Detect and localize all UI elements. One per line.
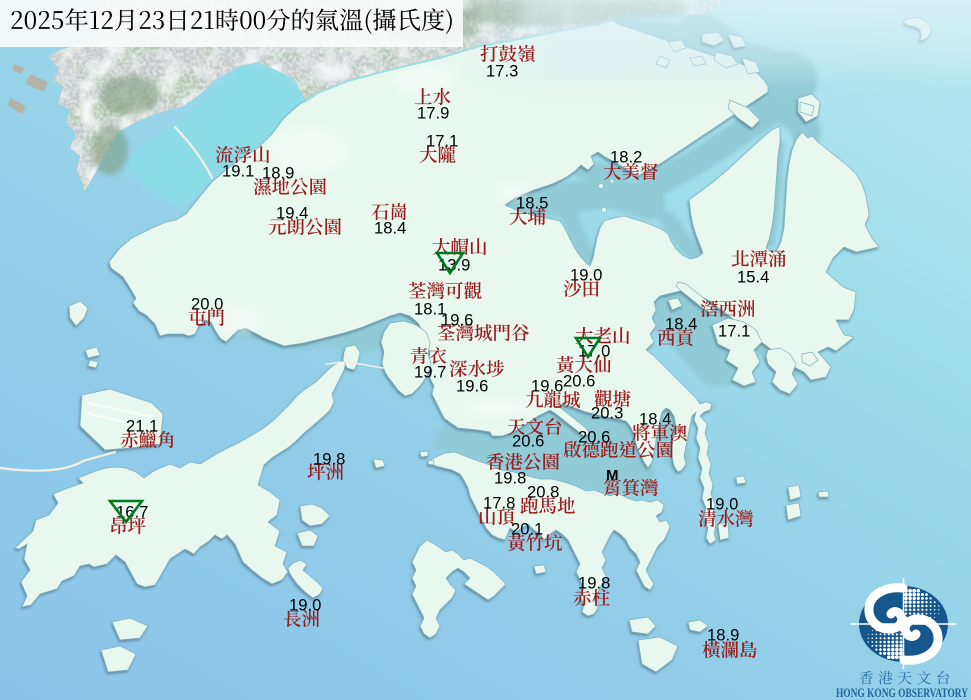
svg-text:HONG KONG OBSERVATORY: HONG KONG OBSERVATORY — [836, 686, 968, 700]
svg-text:19.7: 19.7 — [414, 363, 446, 382]
svg-text:18.2: 18.2 — [610, 148, 642, 167]
svg-text:18.4: 18.4 — [665, 315, 697, 334]
svg-text:19.6: 19.6 — [531, 377, 563, 396]
svg-text:18.4: 18.4 — [639, 410, 671, 429]
svg-text:17.8: 17.8 — [483, 494, 515, 513]
svg-text:21.1: 21.1 — [126, 417, 158, 436]
svg-text:18.9: 18.9 — [707, 626, 739, 645]
svg-text:19.0: 19.0 — [706, 495, 738, 514]
svg-text:17.1: 17.1 — [426, 132, 458, 151]
svg-text:19.4: 19.4 — [276, 204, 308, 223]
svg-text:19.0: 19.0 — [570, 266, 602, 285]
svg-text:15.4: 15.4 — [737, 268, 769, 287]
svg-text:19.6: 19.6 — [456, 377, 488, 396]
svg-text:19.1: 19.1 — [222, 162, 254, 181]
svg-text:19.8: 19.8 — [494, 469, 526, 488]
svg-text:18.9: 18.9 — [262, 164, 294, 183]
svg-text:20.6: 20.6 — [512, 432, 544, 451]
svg-text:19.8: 19.8 — [578, 574, 610, 593]
svg-text:20.1: 20.1 — [511, 520, 543, 539]
svg-text:18.4: 18.4 — [374, 219, 406, 238]
svg-text:20.6: 20.6 — [563, 372, 595, 391]
svg-text:20.8: 20.8 — [527, 483, 559, 502]
svg-text:17.3: 17.3 — [486, 62, 518, 81]
svg-text:19.6: 19.6 — [441, 311, 473, 330]
svg-text:17.1: 17.1 — [718, 322, 750, 341]
svg-text:20.0: 20.0 — [191, 295, 223, 314]
svg-text:19.0: 19.0 — [289, 596, 321, 615]
svg-text:19.8: 19.8 — [313, 450, 345, 469]
svg-text:20.3: 20.3 — [591, 404, 623, 423]
svg-text:M: M — [606, 467, 619, 484]
svg-text:20.6: 20.6 — [578, 428, 610, 447]
svg-text:18.5: 18.5 — [516, 194, 548, 213]
svg-text:17.9: 17.9 — [417, 104, 449, 123]
